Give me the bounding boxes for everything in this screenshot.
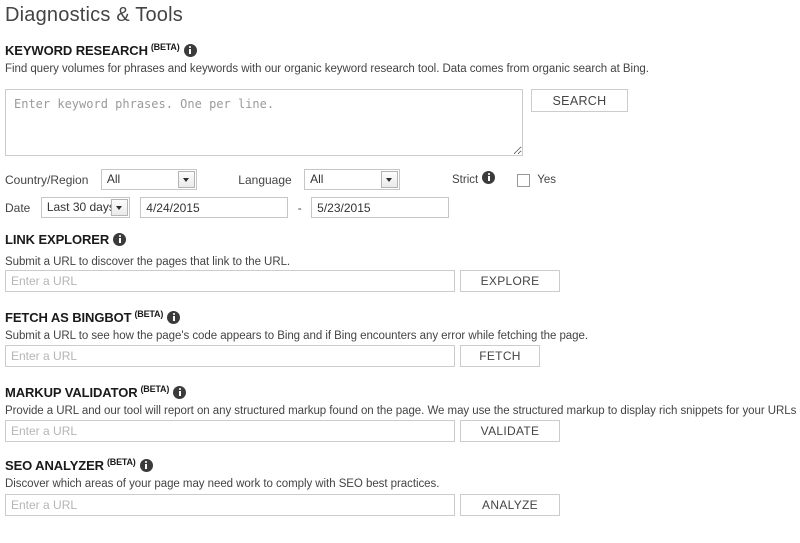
section-link-explorer: LINK EXPLORER Submit a URL to discover t… [0, 231, 800, 270]
keyword-phrases-textarea[interactable] [5, 89, 523, 156]
section-markup-validator: MARKUP VALIDATOR (BETA) Provide a URL and… [0, 380, 800, 419]
chevron-down-icon[interactable] [110, 199, 128, 216]
markup-validator-description: Provide a URL and our tool will report o… [5, 405, 800, 417]
beta-badge: (BETA) [106, 457, 136, 467]
chevron-down-icon[interactable] [381, 171, 399, 188]
markup-validator-title: MARKUP VALIDATOR [5, 385, 138, 400]
date-to-input[interactable] [311, 197, 450, 218]
keyword-research-title: KEYWORD RESEARCH [5, 43, 148, 58]
info-icon[interactable] [113, 233, 127, 246]
country-region-label: Country/Region [5, 173, 89, 187]
chevron-down-icon[interactable] [177, 171, 195, 188]
beta-badge: (BETA) [134, 309, 164, 319]
search-button[interactable]: SEARCH [531, 89, 628, 112]
validate-button[interactable]: VALIDATE [460, 420, 560, 442]
seo-analyzer-title: SEO ANALYZER [5, 458, 104, 473]
fetch-as-bingbot-description: Submit a URL to see how the page's code … [5, 330, 588, 342]
markup-validator-header: MARKUP VALIDATOR (BETA) [0, 380, 800, 400]
date-range-select[interactable]: Last 30 days [40, 197, 130, 218]
info-icon[interactable] [173, 386, 187, 399]
date-separator: - [297, 201, 302, 215]
keyword-filters-row-2: Date Last 30 days - [0, 197, 450, 219]
fetch-as-bingbot-header: FETCH AS BINGBOT (BETA) [0, 305, 800, 325]
keyword-research-header: KEYWORD RESEARCH (BETA) [0, 38, 800, 58]
info-icon[interactable] [167, 311, 181, 324]
link-explorer-description: Submit a URL to discover the pages that … [5, 256, 291, 268]
language-select[interactable]: All [304, 169, 401, 190]
analyze-button[interactable]: ANALYZE [460, 494, 560, 516]
info-icon[interactable] [482, 171, 496, 184]
markup-validator-url-input[interactable] [5, 420, 455, 442]
seo-analyzer-header: SEO ANALYZER (BETA) [0, 453, 800, 473]
country-region-select[interactable]: All [100, 169, 197, 190]
explore-button[interactable]: EXPLORE [460, 270, 560, 292]
section-seo-analyzer: SEO ANALYZER (BETA) Discover which areas … [0, 453, 800, 492]
section-keyword-research: KEYWORD RESEARCH (BETA) Find query volume… [0, 38, 800, 77]
section-fetch-as-bingbot: FETCH AS BINGBOT (BETA) Submit a URL to s… [0, 305, 800, 344]
strict-filter-group: Strict Yes [452, 169, 556, 191]
date-from-input[interactable] [140, 197, 289, 218]
strict-label: Strict [452, 174, 479, 186]
seo-analyzer-url-input[interactable] [5, 494, 455, 516]
strict-checkbox[interactable] [517, 174, 531, 187]
fetch-as-bingbot-url-input[interactable] [5, 345, 455, 367]
keyword-filters-row-1: Country/Region All Language All [0, 169, 401, 191]
diagnostics-tools-page: Diagnostics & Tools KEYWORD RESEARCH (BET… [0, 0, 800, 543]
beta-badge: (BETA) [150, 42, 180, 52]
link-explorer-header: LINK EXPLORER [0, 231, 800, 249]
beta-badge: (BETA) [140, 384, 170, 394]
fetch-as-bingbot-title: FETCH AS BINGBOT [5, 310, 132, 325]
strict-yes-label: Yes [537, 174, 556, 186]
info-icon[interactable] [139, 459, 153, 472]
page-title: Diagnostics & Tools [5, 4, 183, 26]
link-explorer-url-input[interactable] [5, 270, 455, 292]
link-explorer-title: LINK EXPLORER [5, 232, 110, 247]
language-label: Language [238, 173, 292, 187]
keyword-research-description: Find query volumes for phrases and keywo… [5, 63, 649, 75]
info-icon[interactable] [183, 44, 197, 57]
seo-analyzer-description: Discover which areas of your page may ne… [5, 478, 440, 490]
date-label: Date [5, 201, 31, 215]
fetch-button[interactable]: FETCH [460, 345, 540, 367]
